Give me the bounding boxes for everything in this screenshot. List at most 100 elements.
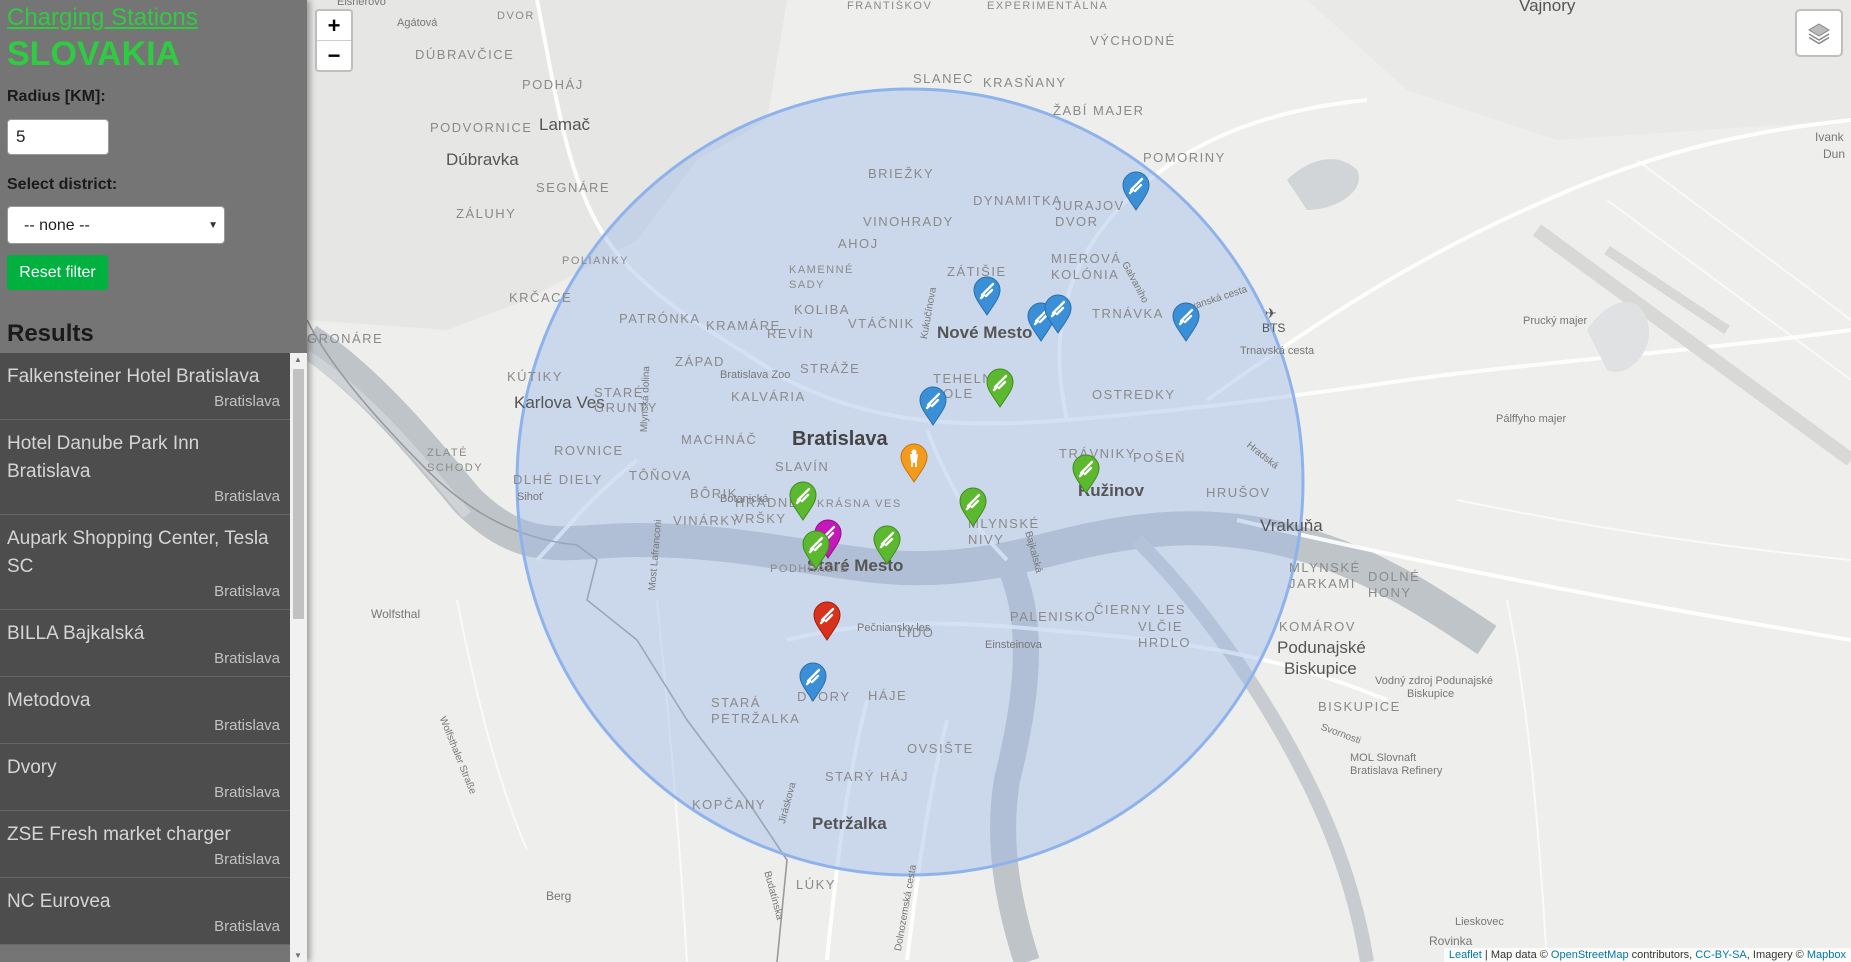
zoom-in-button[interactable]: + [317,11,351,41]
map-label: KOPČANY [692,797,767,812]
airport-icon: ✈ [1265,305,1277,321]
map-label: OSTREDKY [1092,387,1176,402]
map-label: VLČIE HRDLO [1138,619,1192,650]
reset-filter-button[interactable]: Reset filter [7,255,108,290]
map-label: KALVÁRIA [731,389,806,404]
map-label: Wolfsthal [371,607,421,621]
result-city: Bratislava [214,851,280,868]
result-name: BILLA Bajkalská [7,623,145,644]
map-label: Pálffyho majer [1496,413,1567,425]
map-label: KRASŇANY [983,75,1067,90]
map-label: Bratislava Refinery [1350,765,1443,777]
charging-station-marker[interactable] [919,386,947,426]
map-label: Berg [546,889,572,903]
result-item[interactable]: Metodova Bratislava [0,677,290,744]
district-selected-value: -- none -- [24,217,90,234]
map-label: BRIEŽKY [868,166,935,181]
charging-station-marker[interactable] [789,481,817,521]
zoom-control: + − [315,9,353,72]
result-name: Metodova [7,690,91,711]
results-scrollbar[interactable]: ▲ ▼ [290,353,307,962]
result-item[interactable]: BILLA Bajkalská Bratislava [0,610,290,677]
map-label: ZÁLUHY [456,206,517,221]
result-name: Falkensteiner Hotel Bratislava [7,366,260,387]
map-label: DOLNÉ HONY [1368,569,1421,600]
charging-station-marker[interactable] [959,487,987,527]
map-label: Karlova Ves [514,393,605,412]
chevron-down-icon: ▼ [208,220,218,231]
result-city: Bratislava [214,393,280,410]
map-label: Botanická [720,493,769,505]
map-attribution: Leaflet | Map data © OpenStreetMap contr… [1443,948,1851,962]
charging-station-marker[interactable] [1044,294,1072,334]
map-label: Rovinka [1429,934,1473,948]
map-label: ZÁPAD [675,354,725,369]
result-item[interactable]: Dvory Bratislava [0,744,290,811]
map-label: ROVNICE [554,443,624,458]
result-city: Bratislava [214,488,280,505]
map-label: KRČACE [509,290,573,305]
charging-station-marker[interactable] [802,530,830,570]
map-label: ZLATÉ SCHODY [427,447,484,474]
zoom-out-button[interactable]: − [317,41,351,70]
charging-station-marker[interactable] [873,525,901,565]
map-label: Lamač [539,115,591,134]
scrollbar-thumb[interactable] [293,369,304,619]
map[interactable]: Vajnory Lamač Dúbravka Karlova Ves Brati… [307,0,1851,962]
map-label: Vrakuňa [1260,516,1323,535]
map-label: Vajnory [1519,0,1576,15]
map-label: MOL Slovnaft [1350,752,1417,764]
charging-station-marker[interactable] [973,276,1001,316]
map-label: Pečniansky les [857,622,931,634]
map-label: Vodný zdroj Podunajské [1375,675,1494,687]
charging-station-marker[interactable] [986,368,1014,408]
results-heading: Results [7,320,94,347]
result-item[interactable]: Hotel Danube Park Inn Bratislava Bratisl… [0,420,290,515]
district-label: Select district: [7,176,118,193]
openstreetmap-link[interactable]: OpenStreetMap [1551,949,1629,961]
attribution-text: | Map data © [1481,949,1551,961]
map-label: GRONÁRE [307,331,384,346]
license-link[interactable]: CC-BY-SA [1695,949,1747,961]
result-item[interactable]: NC Eurovea Bratislava [0,878,290,945]
map-label: POLIANKY [562,255,630,267]
result-name: ZSE Fresh market charger [7,824,231,845]
result-item[interactable]: Falkensteiner Hotel Bratislava Bratislav… [0,353,290,420]
map-label: Biskupice [1407,688,1455,700]
result-item[interactable]: ZSE Fresh market charger Bratislava [0,811,290,878]
user-location-marker[interactable] [900,443,928,483]
map-label: DÚBRAVČICE [415,47,515,62]
map-label: DLHÉ DIELY [513,472,603,487]
charging-station-marker[interactable] [813,601,841,641]
radius-input[interactable]: 5 [7,119,109,155]
map-label: MACHNÁČ [681,432,758,447]
district-select[interactable]: -- none -- ▼ [7,206,225,244]
sidebar: Charging Stations SLOVAKIA Radius [KM]: … [0,0,307,962]
map-label: PALENISKO [1010,609,1097,624]
map-label: JURAJOV DVOR [1055,198,1125,229]
result-name: NC Eurovea [7,891,111,912]
scroll-down-arrow-icon[interactable]: ▼ [294,951,302,960]
charging-station-marker[interactable] [799,662,827,702]
scroll-up-arrow-icon[interactable]: ▲ [294,355,302,364]
map-label: Nové Mesto [937,323,1033,342]
leaflet-link[interactable]: Leaflet [1449,949,1482,961]
map-label: BISKUPICE [1318,699,1401,714]
map-label: PATRÓNKA [619,311,701,326]
charging-station-marker[interactable] [1072,454,1100,494]
result-name: Dvory [7,757,57,778]
result-name: Hotel Danube Park Inn Bratislava [7,433,200,482]
result-item[interactable]: Aupark Shopping Center, Tesla SC Bratisl… [0,515,290,610]
mapbox-link[interactable]: Mapbox [1807,949,1846,961]
app-title-link[interactable]: Charging Stations [7,3,198,33]
attribution-text: contributors, [1628,949,1696,961]
layers-control[interactable] [1795,9,1843,57]
charging-station-marker[interactable] [1172,302,1200,342]
map-label: HRUŠOV [1206,485,1271,500]
map-label: Einsteinova [985,639,1042,651]
result-city: Bratislava [214,717,280,734]
map-label: Bratislava [792,428,888,450]
charging-station-marker[interactable] [1122,171,1150,211]
map-label: SLAVÍN [775,459,830,474]
map-label: REVÍN [767,326,815,341]
